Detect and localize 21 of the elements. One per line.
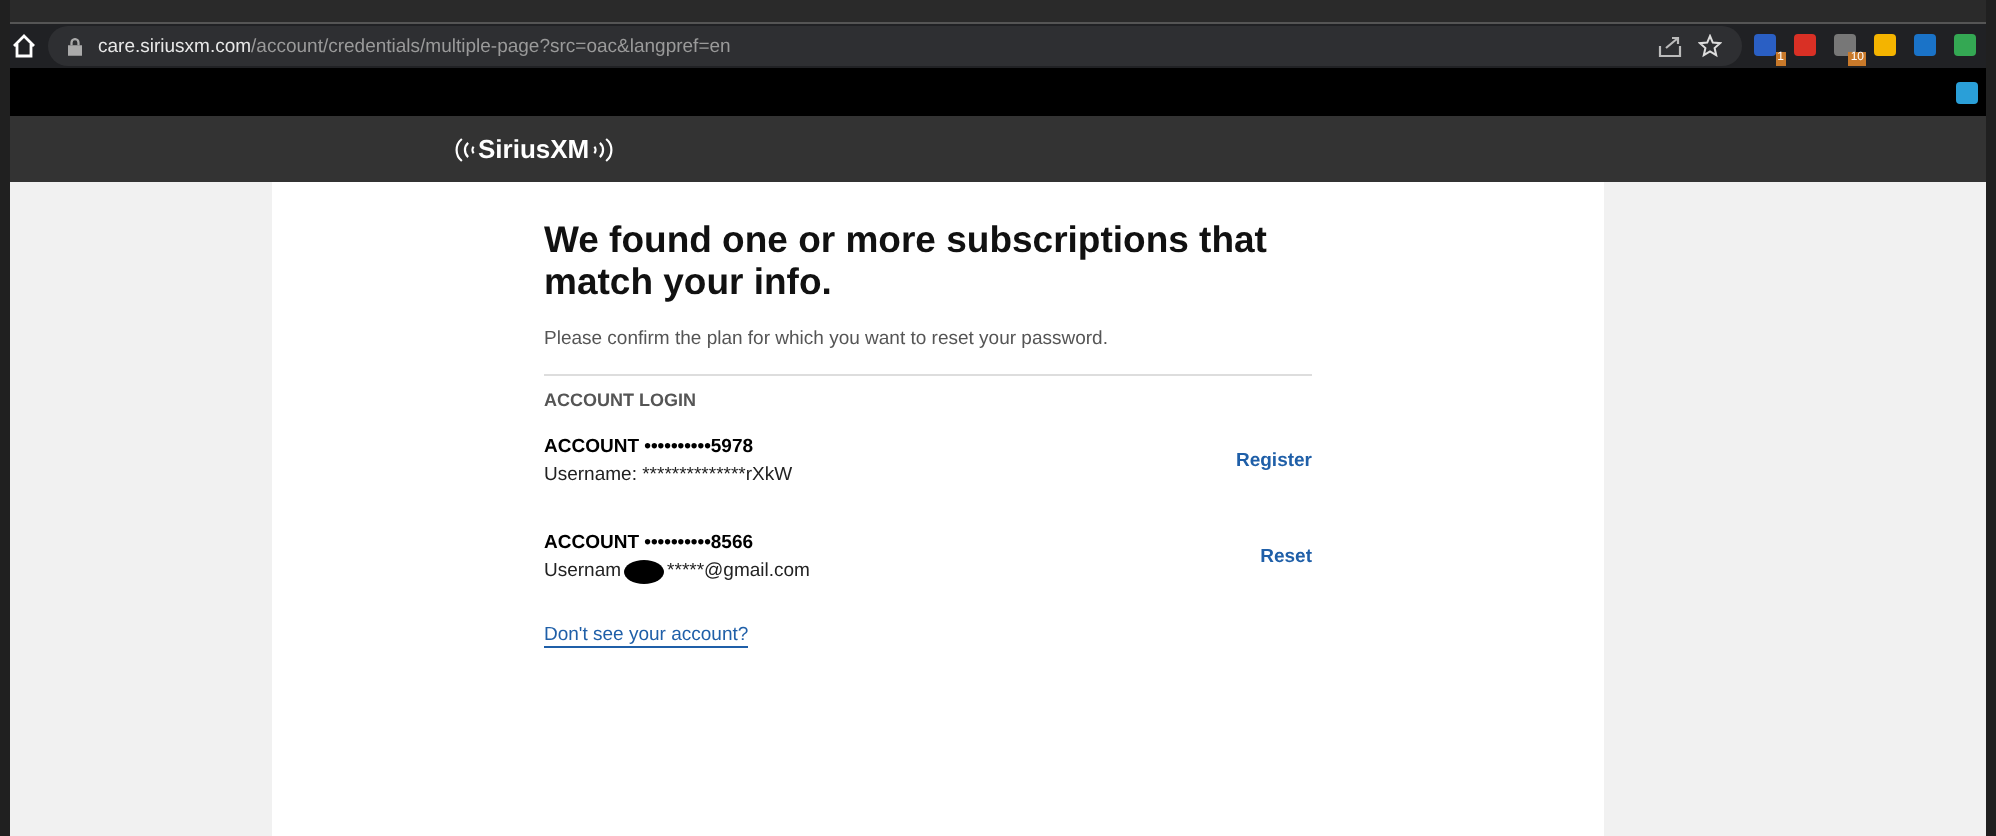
page-title: We found one or more subscriptions that match your info. xyxy=(544,218,1269,302)
siriusxm-logo[interactable]: SiriusXM xyxy=(454,134,614,164)
help-link[interactable]: Don't see your account? xyxy=(544,624,749,648)
url-text: care.siriusxm.com/account/credentials/multiple-page?src=oac&langpref=en xyxy=(98,35,731,57)
extension-icon[interactable] xyxy=(1874,34,1896,56)
extension-icon[interactable] xyxy=(1954,34,1976,56)
username-text: Usernam xyxy=(544,560,622,582)
account-number: ACCOUNT ••••••••••8566 xyxy=(544,531,756,553)
home-icon[interactable] xyxy=(12,34,36,58)
section-heading: ACCOUNT LOGIN xyxy=(544,390,698,410)
action-link[interactable]: Reset xyxy=(1260,546,1312,568)
star-icon[interactable] xyxy=(1698,34,1722,58)
username-text: Username: **************rXkW xyxy=(544,464,793,486)
action-link[interactable]: Register xyxy=(1235,450,1312,472)
username-text: *****@gmail.com xyxy=(667,560,810,582)
instruction-text: Please confirm the plan for which you want to reset your password. xyxy=(544,328,1110,350)
share-icon[interactable] xyxy=(1658,34,1682,58)
address-bar[interactable]: care.siriusxm.com/account/credentials/multiple-page?src=oac&langpref=en xyxy=(48,26,1742,66)
account-number: ACCOUNT ••••••••••5978 xyxy=(544,436,756,458)
lock-icon xyxy=(68,37,82,55)
extension-icon[interactable] xyxy=(1956,81,1978,103)
